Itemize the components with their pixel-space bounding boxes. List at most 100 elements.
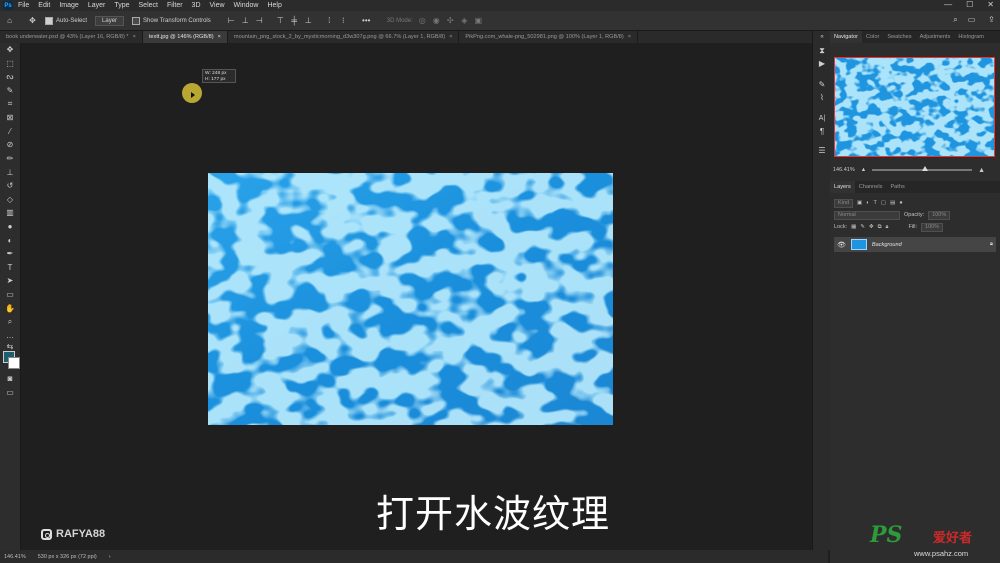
tab-layers[interactable]: Layers bbox=[830, 181, 855, 193]
zoom-slider-handle[interactable] bbox=[922, 166, 929, 171]
3d-slide-icon[interactable]: ◈ bbox=[460, 16, 469, 25]
frame-tool-icon[interactable]: ⊠ bbox=[0, 111, 20, 125]
blend-mode-dropdown[interactable]: Normal bbox=[834, 210, 900, 220]
tab-whale[interactable]: PikPng.com_whale-png_502981.png @ 100% (… bbox=[459, 31, 639, 43]
tab-adjustments[interactable]: Adjustments bbox=[916, 31, 955, 43]
menu-select[interactable]: Select bbox=[139, 2, 158, 9]
filter-smart-icon[interactable]: ▤ bbox=[890, 200, 895, 206]
close-tab-icon[interactable]: × bbox=[218, 34, 221, 40]
lock-image-icon[interactable]: ✎ bbox=[860, 224, 865, 230]
filter-type-icon[interactable]: T bbox=[874, 200, 877, 206]
auto-select-option[interactable]: Auto-Select bbox=[45, 16, 87, 25]
workspace-icon[interactable]: ▭ bbox=[967, 16, 976, 24]
tab-textt[interactable]: textt.jpg @ 146% (RGB/8) × bbox=[142, 31, 228, 43]
align-center-icon[interactable]: ⊥ bbox=[241, 16, 250, 25]
document-image-water-texture[interactable] bbox=[208, 173, 613, 425]
fill-input[interactable]: 100% bbox=[921, 222, 944, 232]
tab-swatches[interactable]: Swatches bbox=[883, 31, 915, 43]
menu-3d[interactable]: 3D bbox=[192, 2, 201, 9]
auto-select-target[interactable]: Layer bbox=[95, 15, 125, 26]
hand-tool-icon[interactable]: ✋ bbox=[0, 301, 20, 315]
menu-filter[interactable]: Filter bbox=[167, 2, 183, 9]
navigator-zoom-value[interactable]: 146.41% bbox=[833, 167, 855, 173]
zoom-in-icon[interactable]: ▲ bbox=[978, 167, 985, 174]
history-icon[interactable]: ⧗ bbox=[813, 44, 831, 57]
layer-name[interactable]: Background bbox=[872, 242, 902, 248]
tab-paths[interactable]: Paths bbox=[886, 181, 908, 193]
clone-stamp-icon[interactable]: ⊥ bbox=[0, 165, 20, 179]
paragraph-icon[interactable]: ¶ bbox=[813, 125, 831, 138]
align-bottom-icon[interactable]: ⊥ bbox=[304, 16, 313, 25]
home-icon[interactable]: ⌂ bbox=[5, 16, 14, 25]
tab-color[interactable]: Color bbox=[862, 31, 883, 43]
menu-image[interactable]: Image bbox=[59, 2, 78, 9]
close-tab-icon[interactable]: × bbox=[628, 34, 631, 40]
move-tool-icon[interactable]: ✥ bbox=[0, 43, 20, 57]
close-tab-icon[interactable]: × bbox=[133, 34, 136, 40]
tab-navigator[interactable]: Navigator bbox=[830, 31, 862, 43]
zoom-tool-icon[interactable]: ⌕ bbox=[0, 315, 20, 329]
3d-roll-icon[interactable]: ◉ bbox=[432, 16, 441, 25]
quick-mask-icon[interactable]: ◙ bbox=[0, 372, 20, 386]
minimize-icon[interactable]: — bbox=[944, 0, 952, 9]
healing-brush-icon[interactable]: ⊘ bbox=[0, 138, 20, 152]
default-colors-icon[interactable]: ⇆ bbox=[0, 342, 20, 351]
opacity-input[interactable]: 100% bbox=[928, 210, 951, 220]
brush-panel-icon[interactable]: ✎ bbox=[813, 78, 831, 91]
distribute-icon[interactable]: ⁞ bbox=[325, 16, 334, 25]
menu-help[interactable]: Help bbox=[267, 2, 281, 9]
quick-select-icon[interactable]: ✎ bbox=[0, 84, 20, 98]
lock-all-icon[interactable]: 🔒︎ bbox=[886, 224, 889, 231]
lock-artboard-icon[interactable]: ⧉ bbox=[878, 224, 882, 231]
3d-orbit-icon[interactable]: ◎ bbox=[418, 16, 427, 25]
canvas-area[interactable]: W: 248 px H: 177 px 打开水波纹理 RAFYA88 bbox=[21, 43, 828, 550]
character-icon[interactable]: A| bbox=[813, 112, 831, 125]
history-brush-icon[interactable]: ↺ bbox=[0, 179, 20, 193]
tab-channels[interactable]: Channels bbox=[855, 181, 887, 193]
tab-histogram[interactable]: Histogram bbox=[954, 31, 988, 43]
crop-tool-icon[interactable]: ⌗ bbox=[0, 97, 20, 111]
lasso-tool-icon[interactable]: ᔓ bbox=[0, 70, 20, 84]
maximize-icon[interactable]: ☐ bbox=[966, 0, 973, 9]
status-zoom[interactable]: 146.41% bbox=[4, 554, 26, 560]
more-tools-icon[interactable]: … bbox=[0, 328, 20, 342]
screen-mode-icon[interactable]: ▭ bbox=[0, 386, 20, 400]
tab-book-underwater[interactable]: book underwater.psd @ 43% (Layer 16, RGB… bbox=[0, 31, 143, 43]
menu-file[interactable]: File bbox=[18, 2, 29, 9]
align-left-icon[interactable]: ⊢ bbox=[227, 16, 236, 25]
color-swatches[interactable] bbox=[0, 350, 20, 372]
brush-settings-icon[interactable]: ⌇ bbox=[813, 91, 831, 104]
menu-layer[interactable]: Layer bbox=[88, 2, 106, 9]
menu-edit[interactable]: Edit bbox=[38, 2, 50, 9]
menu-type[interactable]: Type bbox=[114, 2, 129, 9]
filter-adjust-icon[interactable]: ◐ bbox=[866, 200, 869, 206]
pen-tool-icon[interactable]: ✒ bbox=[0, 247, 20, 261]
photoshop-logo-icon[interactable]: Ps bbox=[3, 1, 13, 10]
close-tab-icon[interactable]: × bbox=[449, 34, 452, 40]
align-top-icon[interactable]: ⊤ bbox=[276, 16, 285, 25]
auto-select-checkbox[interactable] bbox=[45, 16, 53, 25]
layer-row-background[interactable]: 👁︎ Background 🔒︎ bbox=[834, 237, 996, 252]
share-icon[interactable]: ⇪ bbox=[987, 16, 996, 24]
marquee-tool-icon[interactable]: ⬚ bbox=[0, 57, 20, 71]
menu-window[interactable]: Window bbox=[234, 2, 259, 9]
distribute-h-icon[interactable]: ⁝ bbox=[339, 16, 348, 25]
move-tool-icon[interactable]: ✥ bbox=[28, 16, 37, 25]
shape-tool-icon[interactable]: ▭ bbox=[0, 288, 20, 302]
show-transform-checkbox[interactable] bbox=[132, 16, 141, 25]
background-color-swatch[interactable] bbox=[8, 357, 20, 370]
auto-select-dropdown[interactable]: Layer bbox=[95, 15, 125, 26]
eraser-tool-icon[interactable]: ◇ bbox=[0, 193, 20, 207]
zoom-slider[interactable] bbox=[872, 166, 973, 171]
align-middle-icon[interactable]: ╪ bbox=[290, 16, 299, 25]
filter-pixel-icon[interactable]: ▣ bbox=[857, 200, 862, 206]
properties-icon[interactable]: ☰ bbox=[813, 144, 831, 157]
align-right-icon[interactable]: ⊣ bbox=[255, 16, 264, 25]
filter-shape-icon[interactable]: ▢ bbox=[881, 200, 886, 206]
collapse-icon[interactable]: « bbox=[813, 31, 831, 44]
filter-toggle-icon[interactable]: ● bbox=[899, 200, 902, 206]
zoom-out-icon[interactable]: ▲ bbox=[861, 167, 866, 173]
type-tool-icon[interactable]: T bbox=[0, 261, 20, 275]
3d-scale-icon[interactable]: ▣ bbox=[474, 16, 483, 25]
menu-view[interactable]: View bbox=[210, 2, 225, 9]
